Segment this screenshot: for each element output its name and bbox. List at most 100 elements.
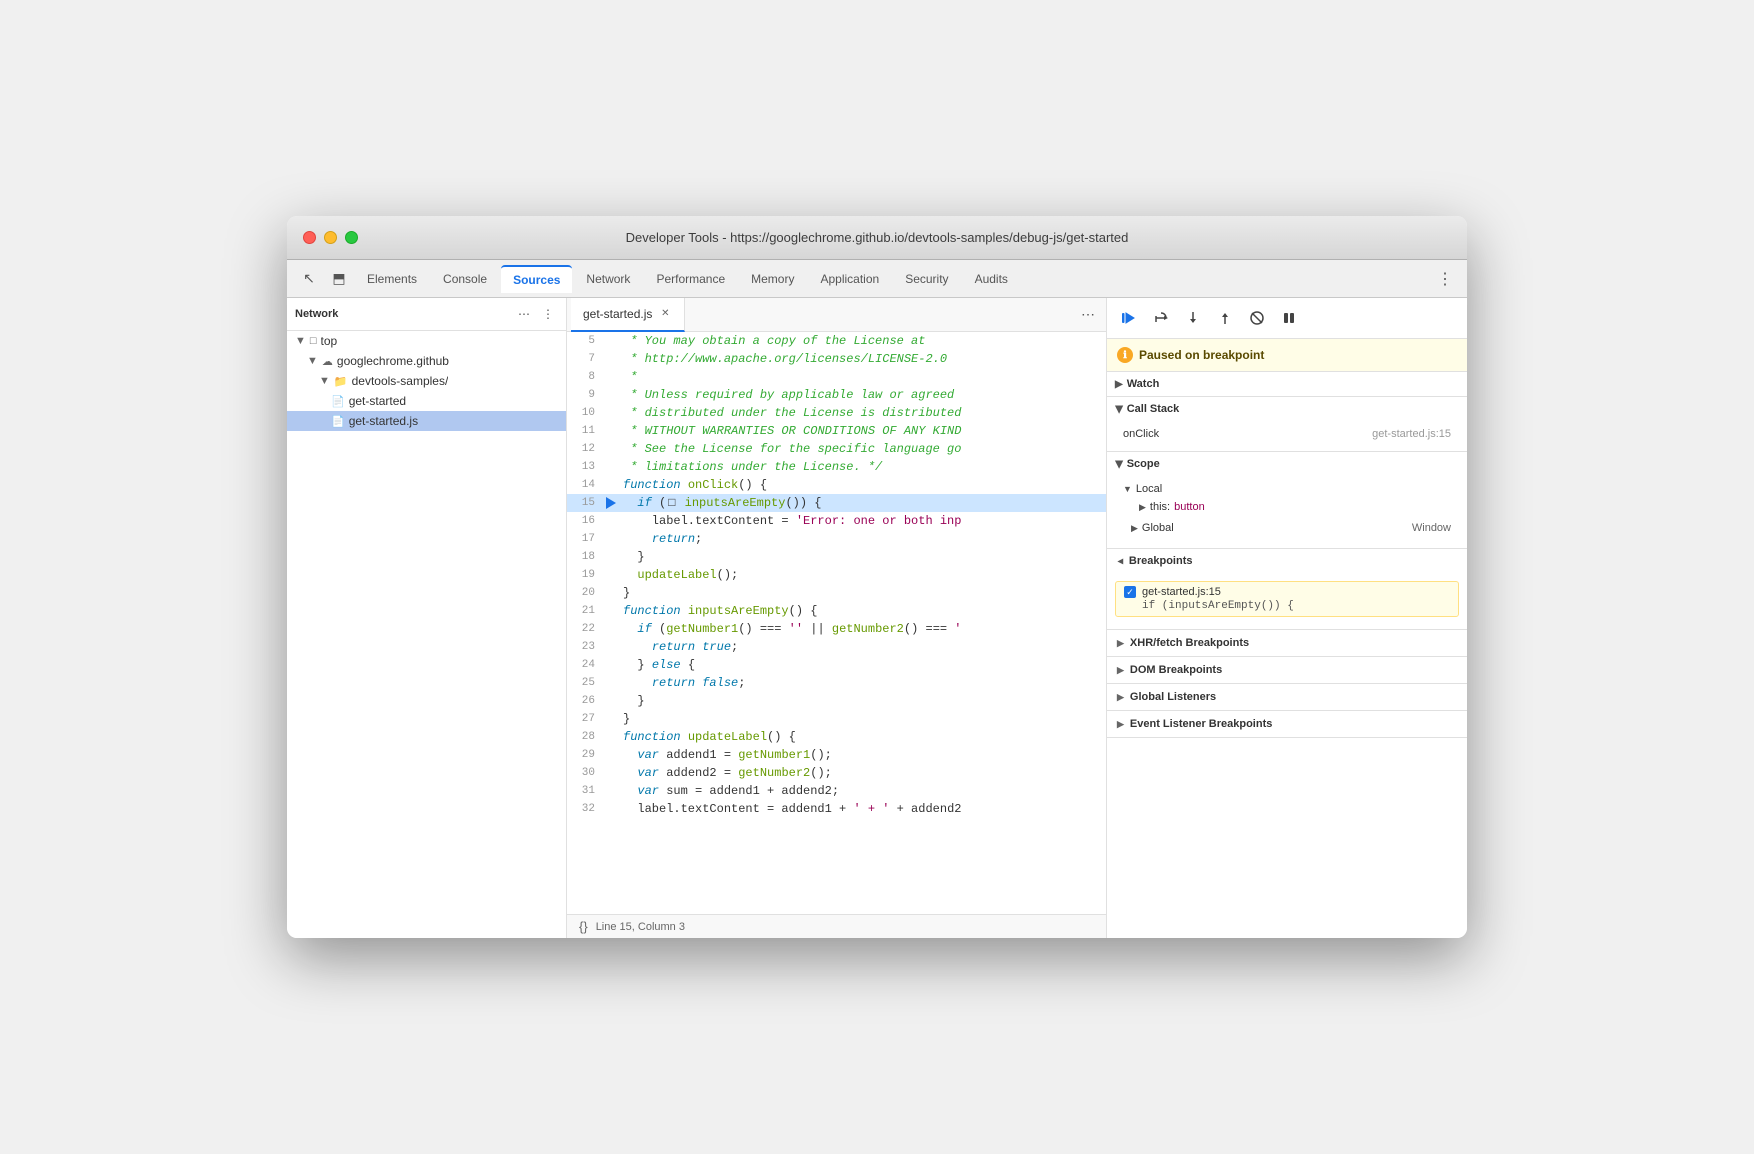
line-content-15: if (□ inputsAreEmpty()) { — [619, 494, 1106, 512]
tree-label-get-started-js: get-started.js — [349, 414, 418, 428]
resume-button[interactable] — [1115, 304, 1143, 332]
titlebar: Developer Tools - https://googlechrome.g… — [287, 216, 1467, 260]
call-stack-fn-name: onClick — [1123, 428, 1159, 440]
line-num-18: 18 — [567, 548, 603, 566]
line-content-30: var addend2 = getNumber2(); — [619, 764, 1106, 782]
scope-header[interactable]: ▶ Scope — [1107, 452, 1467, 476]
code-line-16: 16 label.textContent = 'Error: one or bo… — [567, 512, 1106, 530]
call-stack-content: onClick get-started.js:15 — [1107, 421, 1467, 451]
scope-local-this: ▶ this: button — [1115, 498, 1459, 516]
breakpoints-section: ▼ Breakpoints ✓ get-started.js:15 if (in… — [1107, 549, 1467, 630]
code-tab-expand-icon[interactable]: ⋯ — [1074, 301, 1102, 329]
line-num-7: 7 — [567, 350, 603, 368]
devtools-window: Developer Tools - https://googlechrome.g… — [287, 216, 1467, 938]
step-out-button[interactable] — [1211, 304, 1239, 332]
line-num-13: 13 — [567, 458, 603, 476]
bp-checkbox-0[interactable]: ✓ — [1124, 586, 1136, 598]
line-content-17: return; — [619, 530, 1106, 548]
tree-item-get-started[interactable]: 📄 get-started — [287, 391, 566, 411]
tab-network[interactable]: Network — [574, 266, 642, 292]
tab-application[interactable]: Application — [808, 266, 891, 292]
event-listener-breakpoints-header[interactable]: ▶ Event Listener Breakpoints — [1107, 711, 1467, 737]
code-tab-get-started-js[interactable]: get-started.js ✕ — [571, 298, 685, 332]
watch-header[interactable]: ▶ Watch — [1107, 372, 1467, 396]
dom-breakpoints-section: ▶ DOM Breakpoints — [1107, 657, 1467, 684]
line-num-27: 27 — [567, 710, 603, 728]
line-num-11: 11 — [567, 422, 603, 440]
line-num-16: 16 — [567, 512, 603, 530]
code-line-17: 17 return; — [567, 530, 1106, 548]
xhr-caret-icon: ▶ — [1117, 638, 1124, 649]
global-listeners-caret-icon: ▶ — [1117, 692, 1124, 703]
scope-global-row[interactable]: ▶ Global Window — [1115, 516, 1459, 540]
call-stack-header[interactable]: ▶ Call Stack — [1107, 397, 1467, 421]
folder-icon: □ — [310, 335, 317, 347]
tree-item-top[interactable]: ▼ □ top — [287, 331, 566, 351]
code-area[interactable]: 5 * You may obtain a copy of the License… — [567, 332, 1106, 914]
tree-item-get-started-js[interactable]: 📄 get-started.js — [287, 411, 566, 431]
paused-banner: ℹ Paused on breakpoint — [1107, 339, 1467, 372]
tree-item-github[interactable]: ▼ ☁ googlechrome.github — [287, 351, 566, 371]
line-num-12: 12 — [567, 440, 603, 458]
step-over-button[interactable] — [1147, 304, 1175, 332]
tree-label-github: googlechrome.github — [337, 354, 449, 368]
step-into-button[interactable] — [1179, 304, 1207, 332]
scope-global-label: Global — [1142, 522, 1174, 534]
tab-elements[interactable]: Elements — [355, 266, 429, 292]
code-line-24: 24 } else { — [567, 656, 1106, 674]
more-tabs-icon[interactable]: ⋮ — [1431, 265, 1459, 293]
call-stack-item-onclick[interactable]: onClick get-started.js:15 — [1115, 425, 1459, 443]
code-tab-close-icon[interactable]: ✕ — [658, 307, 672, 321]
format-icon[interactable]: {} — [579, 919, 588, 934]
minimize-button[interactable] — [324, 231, 337, 244]
maximize-button[interactable] — [345, 231, 358, 244]
cloud-icon: ☁ — [322, 355, 333, 368]
line-content-23: return true; — [619, 638, 1106, 656]
code-line-14: 14 function onClick() { — [567, 476, 1106, 494]
pause-button[interactable] — [1275, 304, 1303, 332]
code-line-13: 13 * limitations under the License. */ — [567, 458, 1106, 476]
line-num-9: 9 — [567, 386, 603, 404]
close-button[interactable] — [303, 231, 316, 244]
line-content-13: * limitations under the License. */ — [619, 458, 1106, 476]
file-tree-header: Network ⋯ ⋮ — [287, 298, 566, 331]
info-icon: ℹ — [1117, 347, 1133, 363]
dock-icon[interactable]: ⬒ — [325, 265, 353, 293]
watch-section: ▶ Watch — [1107, 372, 1467, 397]
code-line-21: 21 function inputsAreEmpty() { — [567, 602, 1106, 620]
line-num-31: 31 — [567, 782, 603, 800]
devtools-tabbar: ↖ ⬒ Elements Console Sources Network Per… — [287, 260, 1467, 298]
line-bp-15[interactable] — [603, 497, 619, 509]
expand-more-icon[interactable]: ⋯ — [514, 304, 534, 324]
code-line-31: 31 var sum = addend1 + addend2; — [567, 782, 1106, 800]
line-content-12: * See the License for the specific langu… — [619, 440, 1106, 458]
tab-sources[interactable]: Sources — [501, 265, 572, 293]
scope-section: ▶ Scope ▼ Local ▶ this: button — [1107, 452, 1467, 549]
line-num-14: 14 — [567, 476, 603, 494]
xhr-breakpoints-header[interactable]: ▶ XHR/fetch Breakpoints — [1107, 630, 1467, 656]
deactivate-button[interactable] — [1243, 304, 1271, 332]
global-listeners-header[interactable]: ▶ Global Listeners — [1107, 684, 1467, 710]
cursor-icon[interactable]: ↖ — [295, 265, 323, 293]
code-line-10: 10 * distributed under the License is di… — [567, 404, 1106, 422]
scope-local-header[interactable]: ▼ Local — [1115, 480, 1459, 498]
xhr-breakpoints-label: XHR/fetch Breakpoints — [1130, 637, 1249, 649]
dom-breakpoints-header[interactable]: ▶ DOM Breakpoints — [1107, 657, 1467, 683]
main-content: Network ⋯ ⋮ ▼ □ top ▼ ☁ googlechrome.git… — [287, 298, 1467, 938]
scope-global-header: ▶ Global — [1123, 519, 1182, 537]
line-content-16: label.textContent = 'Error: one or both … — [619, 512, 1106, 530]
tab-performance[interactable]: Performance — [644, 266, 737, 292]
breakpoints-header[interactable]: ▼ Breakpoints — [1107, 549, 1467, 573]
tree-label-top: top — [321, 334, 338, 348]
tab-audits[interactable]: Audits — [963, 266, 1020, 292]
breakpoints-label: Breakpoints — [1129, 555, 1193, 567]
tree-item-devtools[interactable]: ▼ 📁 devtools-samples/ — [287, 371, 566, 391]
tab-security[interactable]: Security — [893, 266, 960, 292]
more-options-icon[interactable]: ⋮ — [538, 304, 558, 324]
tab-memory[interactable]: Memory — [739, 266, 806, 292]
line-num-15: 15 — [567, 494, 603, 512]
call-stack-label: Call Stack — [1127, 403, 1180, 415]
tab-console[interactable]: Console — [431, 266, 499, 292]
scope-this-value: button — [1174, 501, 1205, 513]
line-num-10: 10 — [567, 404, 603, 422]
